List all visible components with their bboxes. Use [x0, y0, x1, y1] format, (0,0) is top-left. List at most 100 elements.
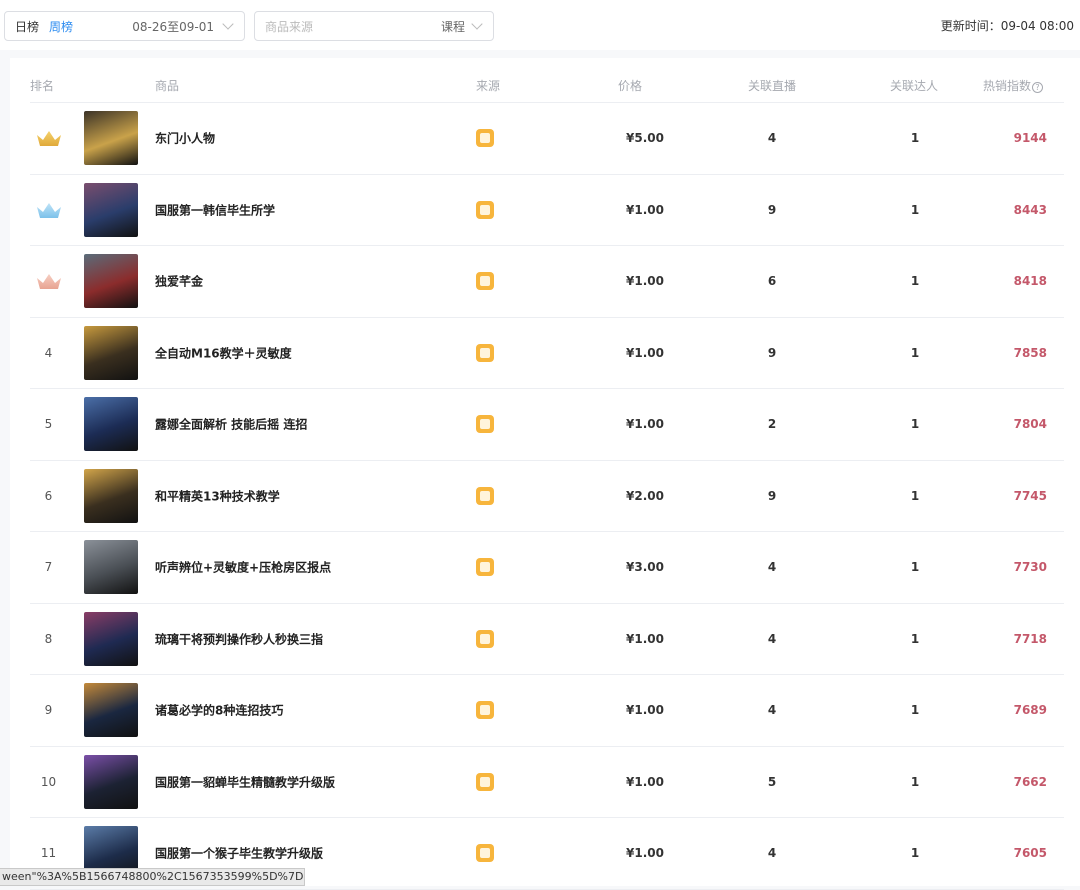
related-kol-count: 1	[905, 417, 925, 431]
header-product: 商品	[155, 77, 179, 94]
table-row[interactable]: 国服第一韩信毕生所学¥1.00918443	[30, 175, 1064, 247]
product-thumbnail[interactable]	[84, 254, 138, 308]
related-kol-count: 1	[905, 846, 925, 860]
product-thumbnail[interactable]	[84, 540, 138, 594]
course-source-icon	[476, 344, 494, 362]
header-kol: 关联达人	[890, 77, 938, 94]
table-row[interactable]: 5露娜全面解析 技能后摇 连招¥1.00217804	[30, 389, 1064, 461]
source-value[interactable]: 课程	[441, 18, 465, 35]
related-live-count: 4	[762, 632, 782, 646]
product-source-select[interactable]: 商品来源 课程	[254, 11, 494, 41]
rank-number: 9	[30, 703, 67, 717]
table-row[interactable]: 8琉璃干将预判操作秒人秒换三指¥1.00417718	[30, 604, 1064, 676]
related-live-count: 4	[762, 846, 782, 860]
product-thumbnail[interactable]	[84, 683, 138, 737]
filter-bar: 日榜 周榜 08-26至09-01 商品来源 课程 更新时间：09-04 08:…	[0, 0, 1080, 50]
source-placeholder: 商品来源	[255, 18, 313, 35]
product-price: ¥1.00	[600, 703, 664, 717]
product-name[interactable]: 诸葛必学的8种连招技巧	[155, 702, 283, 719]
rank-number: 5	[30, 417, 67, 431]
product-name[interactable]: 独爱芊金	[155, 273, 203, 290]
crown-silver-icon	[34, 200, 64, 220]
chevron-down-icon[interactable]	[222, 18, 233, 29]
tab-weekly[interactable]: 周榜	[39, 18, 73, 35]
product-thumbnail[interactable]	[84, 397, 138, 451]
product-thumbnail[interactable]	[84, 111, 138, 165]
course-source-icon	[476, 630, 494, 648]
related-live-count: 4	[762, 560, 782, 574]
rank-number: 8	[30, 632, 67, 646]
related-kol-count: 1	[905, 560, 925, 574]
product-name[interactable]: 琉璃干将预判操作秒人秒换三指	[155, 630, 323, 647]
product-thumbnail[interactable]	[84, 755, 138, 809]
related-live-count: 9	[762, 203, 782, 217]
related-live-count: 4	[762, 703, 782, 717]
product-name[interactable]: 国服第一韩信毕生所学	[155, 201, 275, 218]
related-kol-count: 1	[905, 346, 925, 360]
related-live-count: 4	[762, 131, 782, 145]
product-name[interactable]: 露娜全面解析 技能后摇 连招	[155, 416, 307, 433]
product-thumbnail[interactable]	[84, 326, 138, 380]
table-row[interactable]: 4全自动M16教学＋灵敏度¥1.00917858	[30, 318, 1064, 390]
course-source-icon	[476, 558, 494, 576]
related-kol-count: 1	[905, 703, 925, 717]
rank-number: 7	[30, 560, 67, 574]
course-source-icon	[476, 201, 494, 219]
tab-daily[interactable]: 日榜	[5, 18, 39, 35]
related-live-count: 9	[762, 346, 782, 360]
chevron-down-icon[interactable]	[471, 18, 482, 29]
table-row[interactable]: 东门小人物¥5.00419144	[30, 103, 1064, 175]
table-row[interactable]: 独爱芊金¥1.00618418	[30, 246, 1064, 318]
product-price: ¥5.00	[600, 131, 664, 145]
crown-gold-icon	[34, 128, 64, 148]
heat-index: 7804	[990, 417, 1047, 431]
crown-bronze-icon	[34, 271, 64, 291]
course-source-icon	[476, 701, 494, 719]
product-name[interactable]: 国服第一个猴子毕生教学升级版	[155, 845, 323, 862]
product-name[interactable]: 东门小人物	[155, 130, 215, 147]
table-header: 排名 商品 来源 价格 关联直播 关联达人 热销指数?	[30, 58, 1064, 103]
table-row[interactable]: 7听声辨位+灵敏度+压枪房区报点¥3.00417730	[30, 532, 1064, 604]
product-thumbnail[interactable]	[84, 183, 138, 237]
help-icon[interactable]: ?	[1032, 82, 1043, 93]
course-source-icon	[476, 844, 494, 862]
heat-index: 7662	[990, 775, 1047, 789]
header-source: 来源	[476, 77, 500, 94]
course-source-icon	[476, 272, 494, 290]
course-source-icon	[476, 415, 494, 433]
related-kol-count: 1	[905, 131, 925, 145]
table-row[interactable]: 6和平精英13种技术教学¥2.00917745	[30, 461, 1064, 533]
related-kol-count: 1	[905, 489, 925, 503]
rank-number: 10	[30, 775, 67, 789]
related-live-count: 2	[762, 417, 782, 431]
table-row[interactable]: 10 国服第一貂蝉毕生精髓教学升级版 ¥1.00 5 1 7662	[30, 747, 1064, 819]
heat-index: 7689	[990, 703, 1047, 717]
date-range-value[interactable]: 08-26至09-01	[132, 18, 214, 35]
table-row[interactable]: 9 诸葛必学的8种连招技巧 ¥1.00 4 1 7689	[30, 675, 1064, 747]
product-thumbnail[interactable]	[84, 612, 138, 666]
heat-index: 7718	[990, 632, 1047, 646]
header-rank: 排名	[30, 77, 54, 94]
related-kol-count: 1	[905, 775, 925, 789]
product-name[interactable]: 国服第一貂蝉毕生精髓教学升级版	[155, 773, 335, 790]
heat-index: 7745	[990, 489, 1047, 503]
product-thumbnail[interactable]	[84, 469, 138, 523]
related-kol-count: 1	[905, 203, 925, 217]
related-live-count: 9	[762, 489, 782, 503]
related-kol-count: 1	[905, 274, 925, 288]
heat-index: 8443	[990, 203, 1047, 217]
product-name[interactable]: 听声辨位+灵敏度+压枪房区报点	[155, 559, 331, 576]
header-heat-label: 热销指数	[983, 79, 1031, 93]
related-live-count: 5	[762, 775, 782, 789]
header-heat: 热销指数?	[983, 77, 1043, 94]
rank-number: 4	[30, 346, 67, 360]
rank-number: 6	[30, 489, 67, 503]
ranking-period-select[interactable]: 日榜 周榜 08-26至09-01	[4, 11, 245, 41]
product-price: ¥1.00	[600, 775, 664, 789]
course-source-icon	[476, 773, 494, 791]
status-bar-url: ween"%3A%5B1566748800%2C1567353599%5D%7D	[0, 868, 305, 886]
update-time: 更新时间：09-04 08:00	[941, 17, 1074, 34]
product-name[interactable]: 全自动M16教学＋灵敏度	[155, 344, 292, 361]
product-name[interactable]: 和平精英13种技术教学	[155, 487, 280, 504]
product-price: ¥1.00	[600, 346, 664, 360]
